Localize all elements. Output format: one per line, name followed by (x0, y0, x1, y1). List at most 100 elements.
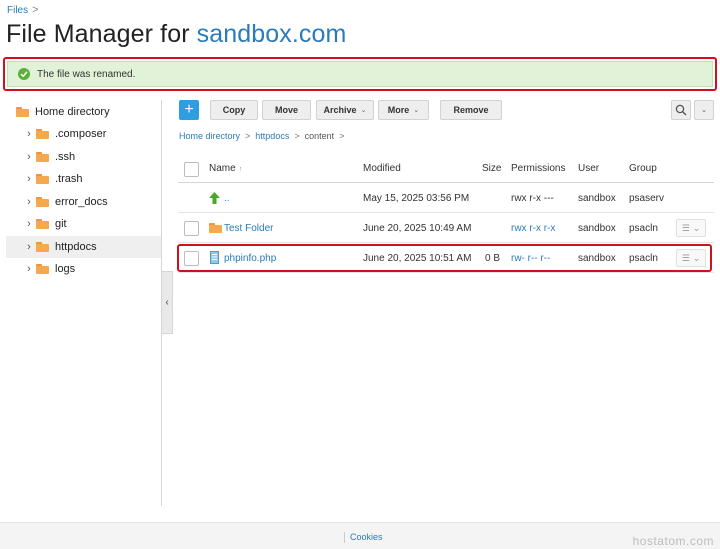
chevron-right-icon[interactable]: › (24, 241, 34, 253)
tree-item-label: .trash (55, 173, 83, 185)
permissions-link[interactable]: rwx r-x r-x (511, 223, 555, 234)
column-header-user[interactable]: User (578, 163, 599, 174)
page-title-domain-link[interactable]: sandbox.com (197, 20, 347, 48)
tree-item-composer[interactable]: › .composer (6, 123, 161, 145)
tree-item-label: .composer (55, 128, 107, 140)
footer: Cookies (0, 522, 720, 549)
size-cell: 0 B (485, 253, 501, 264)
tree-item-logs[interactable]: › logs (6, 258, 161, 280)
table-row[interactable]: .. May 15, 2025 03:56 PM rwx r-x --- san… (178, 184, 714, 213)
chevron-down-icon: ⌄ (692, 222, 701, 233)
page-title: File Manager for sandbox.com (6, 20, 346, 49)
path-home-link[interactable]: Home directory (179, 131, 240, 141)
move-button[interactable]: Move (262, 100, 311, 120)
group-cell: psaserv (629, 193, 665, 204)
tree-item-label: httpdocs (55, 241, 97, 253)
folder-icon (36, 174, 49, 184)
chevron-right-icon[interactable]: › (24, 128, 34, 140)
file-icon (210, 251, 219, 267)
folder-icon (36, 242, 49, 252)
row-checkbox[interactable] (184, 221, 199, 236)
tree-item-label: error_docs (55, 196, 108, 208)
path-current: content (304, 131, 335, 141)
table-header: Name ↑ Modified Size Permissions User Gro… (178, 155, 714, 183)
chevron-down-icon: ⌄ (701, 107, 707, 114)
file-name-link[interactable]: phpinfo.php (224, 253, 276, 264)
breadcrumb-files-link[interactable]: Files (7, 5, 28, 16)
group-cell: psacln (629, 253, 658, 264)
row-actions-button[interactable]: ☰ ⌄ (676, 249, 706, 267)
column-header-name[interactable]: Name ↑ (209, 163, 242, 174)
tree-item-home-directory[interactable]: Home directory (6, 101, 161, 123)
chevron-right-icon[interactable]: › (24, 196, 34, 208)
file-name-link[interactable]: Test Folder (224, 223, 273, 234)
tree-item-label: logs (55, 263, 76, 275)
success-alert: The file was renamed. (7, 61, 713, 87)
tree-item-trash[interactable]: › .trash (6, 168, 161, 190)
tree-item-git[interactable]: › git (6, 213, 161, 235)
folder-icon (36, 197, 49, 207)
folder-icon (36, 129, 49, 139)
modified-cell: May 15, 2025 03:56 PM (363, 193, 470, 204)
column-header-modified[interactable]: Modified (363, 163, 401, 174)
breadcrumb: Files > (7, 4, 39, 16)
archive-button[interactable]: Archive ⌄ (316, 100, 374, 120)
path-separator: > (339, 131, 345, 141)
folder-icon (36, 152, 49, 162)
path-separator: > (294, 131, 300, 141)
more-button[interactable]: More ⌄ (378, 100, 429, 120)
modified-cell: June 20, 2025 10:51 AM (363, 253, 472, 264)
copy-button[interactable]: Copy (210, 100, 258, 120)
column-header-group[interactable]: Group (629, 163, 657, 174)
select-all-checkbox[interactable] (184, 162, 199, 177)
tree-item-label: Home directory (35, 106, 110, 118)
chevron-right-icon[interactable]: › (24, 173, 34, 185)
more-button-label: More (387, 105, 410, 115)
path-separator: > (245, 131, 251, 141)
path-httpdocs-link[interactable]: httpdocs (255, 131, 289, 141)
user-cell: sandbox (578, 223, 616, 234)
row-actions-button[interactable]: ☰ ⌄ (676, 219, 706, 237)
row-checkbox[interactable] (184, 251, 199, 266)
column-header-permissions[interactable]: Permissions (511, 163, 565, 174)
table-row[interactable]: Test Folder June 20, 2025 10:49 AM rwx r… (178, 214, 714, 243)
user-cell: sandbox (578, 253, 616, 264)
column-header-size[interactable]: Size (482, 163, 501, 174)
folder-icon (16, 107, 29, 117)
modified-cell: June 20, 2025 10:49 AM (363, 223, 472, 234)
collapse-sidebar-button[interactable]: ‹ (162, 271, 173, 334)
table-row[interactable]: phpinfo.php June 20, 2025 10:51 AM 0 B r… (178, 244, 714, 273)
move-button-label: Move (274, 105, 298, 115)
cookies-link[interactable]: Cookies (350, 532, 383, 542)
permissions-link[interactable]: rw- r-- r-- (511, 253, 550, 264)
tree-item-ssh[interactable]: › .ssh (6, 146, 161, 168)
chevron-right-icon[interactable]: › (24, 151, 34, 163)
folder-icon (36, 219, 49, 229)
footer-divider (344, 532, 345, 543)
search-icon (675, 104, 687, 116)
chevron-left-icon: ‹ (165, 297, 169, 308)
check-circle-icon (18, 68, 30, 80)
search-options-button[interactable]: ⌄ (694, 100, 714, 120)
tree-item-label: git (55, 218, 67, 230)
alert-message: The file was renamed. (37, 68, 136, 80)
file-name-link[interactable]: .. (224, 193, 230, 204)
chevron-right-icon[interactable]: › (24, 263, 34, 275)
column-header-label: Name (209, 163, 236, 174)
tree-item-error-docs[interactable]: › error_docs (6, 191, 161, 213)
copy-button-label: Copy (222, 105, 246, 115)
menu-icon: ☰ (681, 252, 690, 263)
tree-item-label: .ssh (55, 151, 76, 163)
folder-icon (209, 223, 222, 233)
directory-tree: Home directory › .composer › .ssh › .tra… (6, 100, 161, 506)
remove-button[interactable]: Remove (440, 100, 502, 120)
remove-button-label: Remove (453, 105, 489, 115)
add-button[interactable]: + (179, 100, 199, 120)
search-button[interactable] (671, 100, 691, 120)
tree-item-httpdocs[interactable]: › httpdocs (6, 236, 161, 258)
group-cell: psacln (629, 223, 658, 234)
chevron-right-icon[interactable]: › (24, 218, 34, 230)
sort-ascending-icon: ↑ (238, 166, 243, 173)
alert-highlight: The file was renamed. (3, 57, 717, 91)
path-breadcrumb: Home directory > httpdocs > content > (179, 131, 344, 141)
